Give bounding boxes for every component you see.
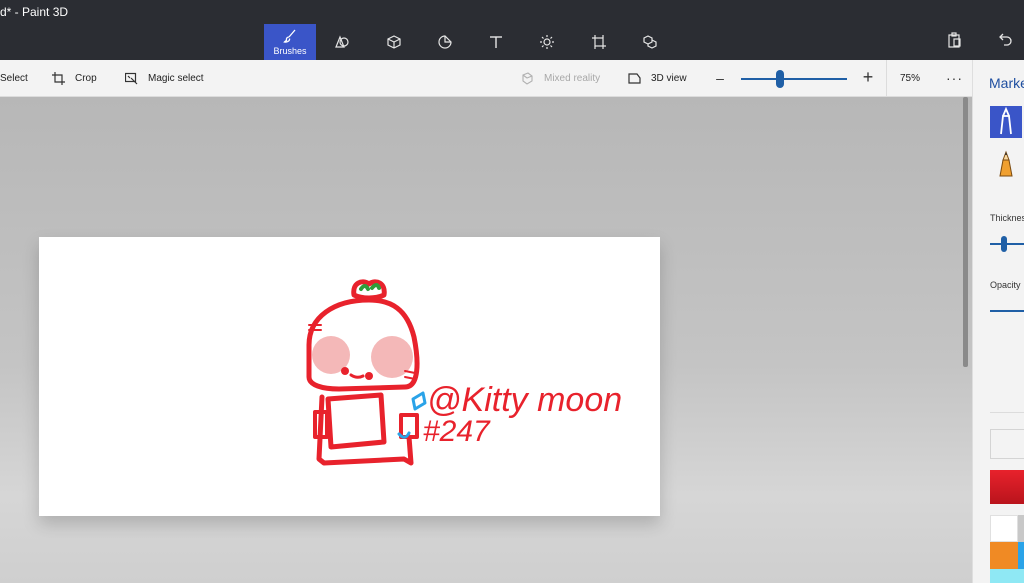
3d-shapes-icon (387, 35, 401, 49)
title-bar: d* - Paint 3D Brushes (0, 0, 1024, 60)
drawing-canvas[interactable]: @Kitty moon #247 (39, 237, 660, 516)
tool-3d-shapes[interactable] (368, 24, 420, 60)
pencil-icon (999, 150, 1013, 177)
paste-icon (948, 32, 961, 48)
swatch-orange[interactable] (990, 542, 1018, 569)
thickness-slider-thumb[interactable] (1001, 236, 1007, 252)
effects-icon (540, 35, 554, 49)
panel-title: Marker (989, 75, 1024, 91)
marker-brush[interactable] (990, 106, 1022, 138)
zoom-slider-thumb[interactable] (776, 70, 784, 88)
thickness-slider-track[interactable] (990, 243, 1024, 245)
undo-button[interactable] (998, 32, 1014, 48)
3d-view-button[interactable]: 3D view (628, 60, 687, 97)
tool-brushes-label: Brushes (273, 46, 307, 56)
magic-select-icon (125, 72, 138, 85)
tool-2d-shapes[interactable] (316, 24, 368, 60)
swatch-blue[interactable] (1018, 542, 1024, 569)
2d-shapes-icon (335, 35, 349, 48)
opacity-slider-track[interactable] (990, 310, 1024, 312)
panel-divider (990, 412, 1024, 413)
stickers-icon (438, 35, 452, 49)
marker-icon (1000, 106, 1012, 135)
brush-panel: Marker Thickness Opacity (972, 60, 1024, 583)
mixed-reality-icon (522, 72, 533, 85)
select-button[interactable]: Select (0, 60, 28, 97)
opacity-label: Opacity (990, 280, 1021, 290)
more-options-button[interactable]: ··· (946, 70, 963, 86)
zoom-slider-track[interactable] (741, 78, 847, 80)
window-title: d* - Paint 3D (0, 5, 69, 19)
current-color-swatch[interactable] (990, 470, 1024, 504)
magic-select-button[interactable]: Magic select (125, 60, 204, 97)
swatch-cyan[interactable] (990, 569, 1024, 583)
canvas-icon (592, 35, 606, 49)
text-icon (490, 36, 502, 48)
swatch-gray[interactable] (1018, 515, 1024, 542)
color-picker-button[interactable] (990, 429, 1024, 459)
tool-canvas[interactable] (573, 24, 625, 60)
pencil-brush[interactable] (990, 148, 1022, 180)
swatch-white[interactable] (990, 515, 1018, 542)
zoom-value: 75% (900, 73, 921, 84)
number-text: #247 (423, 415, 491, 448)
mixed-reality-button[interactable]: Mixed reality (521, 60, 600, 97)
thickness-label: Thickness (990, 213, 1024, 223)
zoom-out-button[interactable]: – (713, 70, 727, 86)
zoom-in-button[interactable]: + (860, 68, 876, 86)
3d-library-icon (643, 35, 657, 49)
undo-icon (999, 33, 1012, 46)
crop-button[interactable]: Crop (52, 60, 97, 97)
vertical-scrollbar[interactable] (963, 97, 968, 367)
handle-text: @Kitty moon (427, 381, 622, 419)
paste-button[interactable] (946, 32, 962, 48)
tool-stickers[interactable] (419, 24, 471, 60)
crop-icon (52, 72, 65, 85)
tool-text[interactable] (470, 24, 522, 60)
tool-brushes[interactable]: Brushes (264, 24, 316, 60)
mixed-reality-label: Mixed reality (544, 73, 601, 84)
3d-view-icon (628, 73, 641, 84)
crop-label: Crop (75, 73, 97, 84)
tool-3d-library[interactable] (624, 24, 676, 60)
select-label: Select (0, 73, 28, 84)
3d-view-label: 3D view (651, 73, 687, 84)
magic-select-label: Magic select (148, 73, 204, 84)
brush-icon (283, 29, 296, 43)
tool-effects[interactable] (521, 24, 573, 60)
kitty-moon-drawing: @Kitty moon #247 (306, 279, 622, 466)
zoom-divider (886, 60, 887, 97)
